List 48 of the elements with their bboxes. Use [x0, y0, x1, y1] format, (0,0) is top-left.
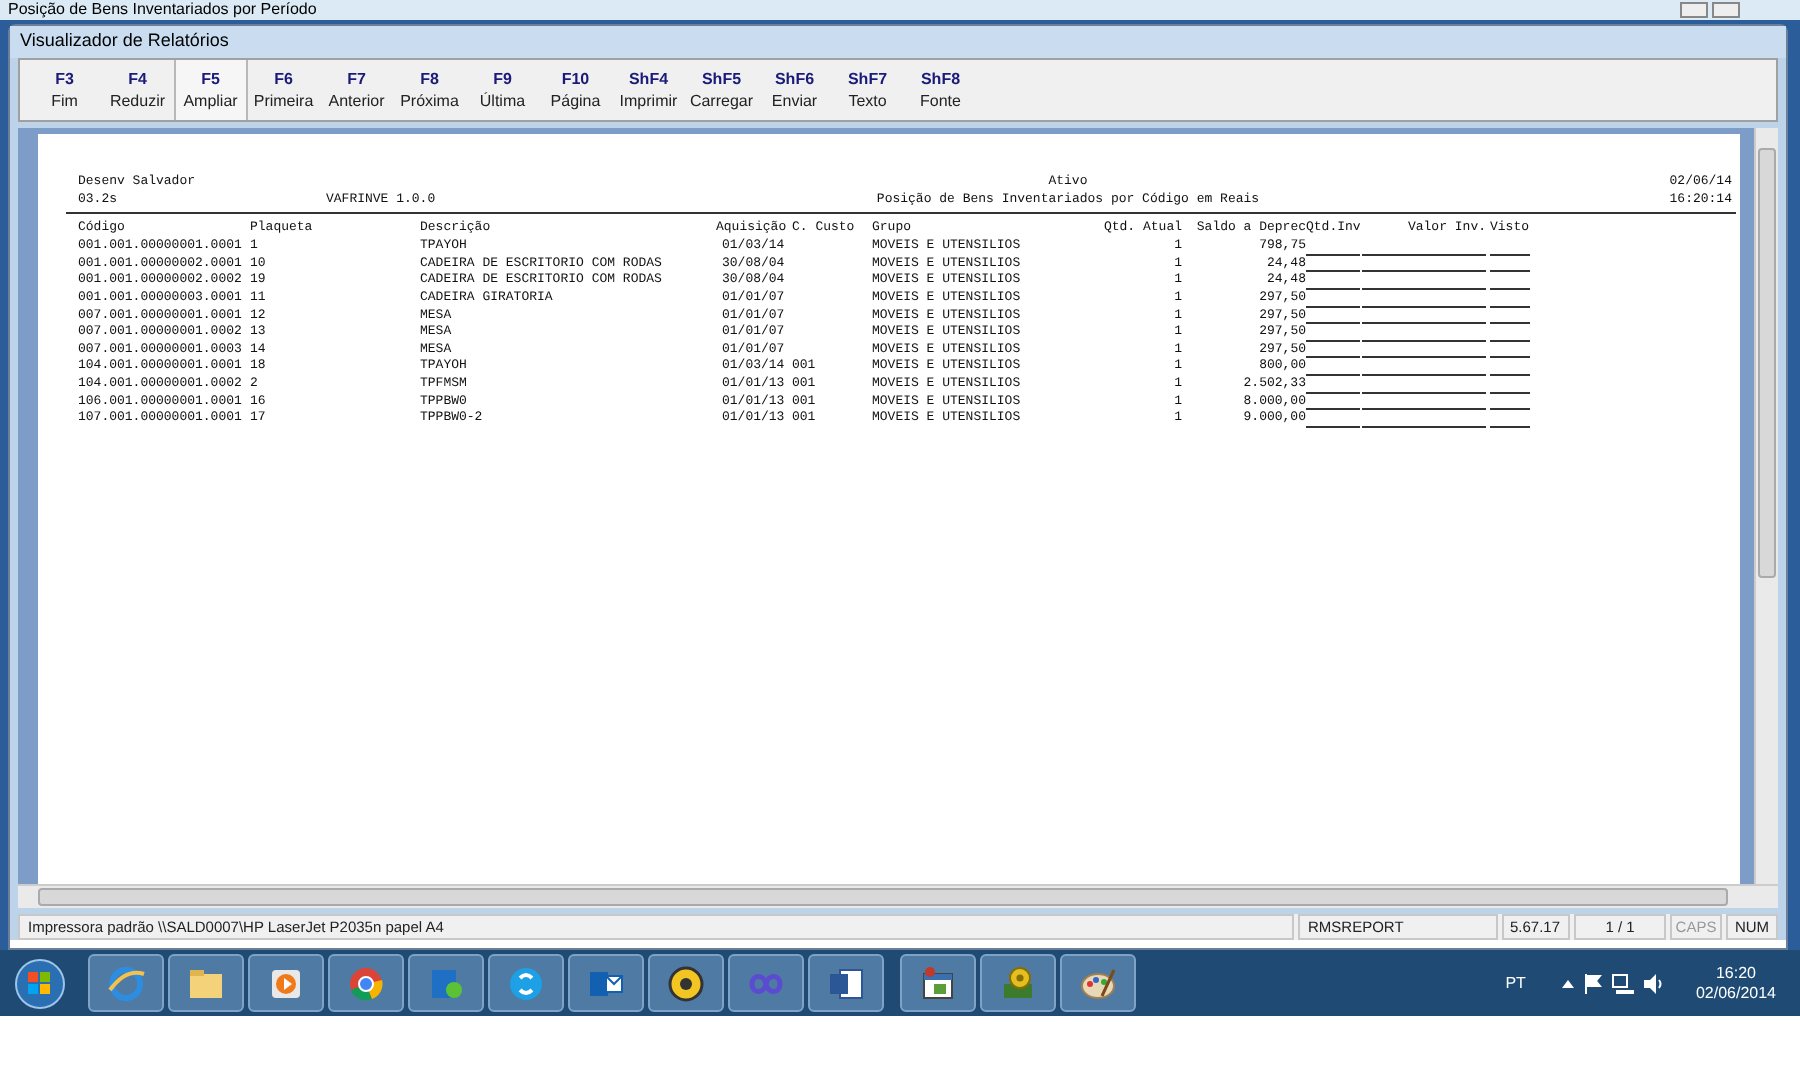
toolbar-button[interactable]: ShF7 Texto — [831, 60, 904, 120]
window-title: Posição de Bens Inventariados por Período — [8, 0, 317, 20]
scroll-thumb[interactable] — [1758, 148, 1776, 578]
taskbar-button[interactable] — [900, 954, 976, 1012]
fill-in-line — [1490, 253, 1530, 256]
fill-in-line — [1490, 322, 1530, 325]
toolbar-button[interactable]: ShF8 Fonte — [904, 60, 977, 120]
toolbar-button[interactable]: F9 Última — [466, 60, 539, 120]
fill-in-line — [1490, 287, 1530, 290]
fill-in-line — [1490, 408, 1530, 411]
toolbar-button[interactable]: ShF6 Enviar — [758, 60, 831, 120]
toolbar-button[interactable]: F7 Anterior — [320, 60, 393, 120]
scroll-thumb[interactable] — [38, 888, 1728, 906]
horizontal-scrollbar[interactable] — [18, 884, 1778, 908]
toolbar-button[interactable]: F3 Fim — [28, 60, 101, 120]
chrome-icon — [346, 963, 386, 1003]
toolbar-button[interactable]: F8 Próxima — [393, 60, 466, 120]
language-indicator[interactable]: PT — [1505, 971, 1526, 995]
taskbar-button[interactable] — [1060, 954, 1136, 1012]
taskbar-button[interactable] — [648, 954, 724, 1012]
toolbar-button[interactable]: F4 Reduzir — [101, 60, 174, 120]
taskbar-button[interactable] — [568, 954, 644, 1012]
fill-in-line — [1490, 425, 1530, 428]
restore-button[interactable] — [1712, 2, 1740, 18]
toolbar-button[interactable]: F10 Página — [539, 60, 612, 120]
gear-icon — [998, 963, 1038, 1003]
fill-in-line — [1490, 373, 1530, 376]
fill-in-line — [1490, 391, 1530, 394]
clock[interactable]: 16:20 02/06/2014 — [1695, 963, 1776, 1003]
fill-in-line — [1490, 270, 1530, 273]
toolbar-button[interactable]: F6 Primeira — [247, 60, 320, 120]
browser-icon — [106, 963, 146, 1003]
minimize-button[interactable] — [1680, 2, 1708, 18]
document-icon — [826, 963, 866, 1003]
toolbar-button[interactable]: ShF4 Imprimir — [612, 60, 685, 120]
flag-icon[interactable] — [1583, 973, 1602, 993]
fill-in-line — [1490, 305, 1530, 308]
fill-in-line — [1490, 339, 1530, 342]
toolbar-button[interactable]: ShF5 Carregar — [685, 60, 758, 120]
fill-in-line — [1490, 356, 1530, 359]
window-icon — [918, 963, 958, 1003]
speaker-icon[interactable] — [1643, 973, 1664, 993]
toolbar-button[interactable]: F5 Ampliar — [174, 60, 247, 120]
caret-icon[interactable] — [1561, 979, 1574, 987]
viewer-title: Visualizador de Relatórios — [20, 28, 229, 55]
taskbar-button[interactable] — [808, 954, 884, 1012]
vertical-scrollbar[interactable] — [1754, 128, 1778, 884]
network-icon[interactable] — [1611, 973, 1634, 993]
